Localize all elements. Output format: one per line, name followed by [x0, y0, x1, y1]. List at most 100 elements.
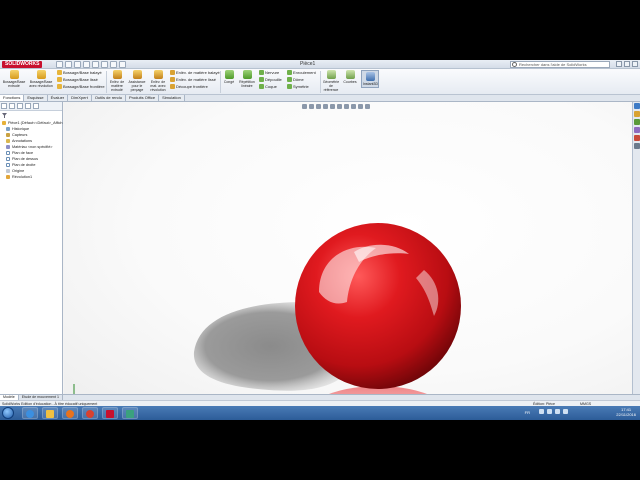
fillet-button[interactable]: Congé	[222, 70, 236, 84]
flag-icon[interactable]	[563, 409, 568, 414]
search-icon	[512, 62, 517, 67]
select-icon[interactable]	[101, 61, 108, 68]
restore-button[interactable]	[624, 61, 630, 67]
language-indicator[interactable]: FR	[525, 410, 530, 415]
curves-button[interactable]: Courbes	[341, 70, 359, 84]
taskbar-app[interactable]	[122, 407, 138, 419]
section-view-icon[interactable]	[323, 104, 328, 109]
draft-icon	[259, 77, 264, 82]
lofted-boss-button[interactable]: Bossage/Base lissé	[57, 77, 98, 83]
tree-item-revolve[interactable]: Révolution1	[0, 174, 63, 180]
wrap-icon	[287, 70, 292, 75]
undo-icon[interactable]	[92, 61, 99, 68]
property-manager-tab-icon[interactable]	[9, 103, 15, 109]
taskbar-ie[interactable]	[22, 407, 38, 419]
start-button[interactable]	[2, 407, 14, 419]
model-scene[interactable]	[64, 102, 632, 412]
help-search-input[interactable]: Rechercher dans l'aide de SolidWorks	[510, 61, 610, 68]
zoom-to-fit-icon[interactable]	[302, 104, 307, 109]
tab-simulation[interactable]: Simulation	[159, 95, 185, 101]
file-explorer-icon[interactable]	[633, 119, 640, 125]
zoom-area-icon[interactable]	[309, 104, 314, 109]
print-icon[interactable]	[83, 61, 90, 68]
swept-cut-button[interactable]: Enlèv. de matière balayé	[170, 70, 220, 76]
open-icon[interactable]	[65, 61, 72, 68]
command-manager-tabs: Fonctions Esquisse Évaluer DimXpert Outi…	[0, 95, 640, 102]
display-style-icon[interactable]	[337, 104, 342, 109]
configuration-manager-tab-icon[interactable]	[17, 103, 23, 109]
search-placeholder: Rechercher dans l'aide de SolidWorks	[519, 62, 587, 67]
annotations-icon	[6, 139, 10, 143]
hole-wizard-button[interactable]: Assistance pour le perçage	[127, 70, 147, 92]
tab-evaluer[interactable]: Évaluer	[47, 95, 69, 101]
display-manager-tab-icon[interactable]	[33, 103, 39, 109]
volume-icon[interactable]	[555, 409, 560, 414]
solidworks-resources-icon[interactable]	[633, 103, 640, 109]
sensors-icon	[6, 133, 10, 137]
panel-tabs	[0, 102, 62, 111]
minimize-button[interactable]	[616, 61, 622, 67]
shell-button[interactable]: Coque	[259, 84, 277, 90]
feature-tree: Pièce1 (Défaut<<Défaut>_Affich Historiqu…	[0, 120, 63, 180]
network-icon[interactable]	[547, 409, 552, 414]
swept-boss-button[interactable]: Bossage/Base balayé	[57, 70, 102, 76]
hide-show-items-icon[interactable]	[344, 104, 349, 109]
dimxpert-manager-tab-icon[interactable]	[25, 103, 31, 109]
appearances-icon[interactable]	[633, 135, 640, 141]
save-icon[interactable]	[74, 61, 81, 68]
mirror-button[interactable]: Symétrie	[287, 84, 309, 90]
instant3d-button[interactable]: Instant3D	[361, 70, 379, 88]
previous-view-icon[interactable]	[316, 104, 321, 109]
extruded-boss-button[interactable]: Bossage/Base extrudé	[2, 70, 26, 88]
view-orientation-icon[interactable]	[330, 104, 335, 109]
new-icon[interactable]	[56, 61, 63, 68]
tab-produits-office[interactable]: Produits Office	[125, 95, 160, 101]
extruded-cut-icon	[112, 70, 122, 79]
tab-outils-de-rendu[interactable]: Outils de rendu	[91, 95, 126, 101]
revolved-cut-button[interactable]: Enlèv. de mat. avec révolution	[148, 70, 168, 92]
tray-arrow-icon[interactable]	[539, 409, 544, 414]
plane-icon	[6, 151, 10, 155]
dome-icon	[287, 77, 292, 82]
feature-manager-tab-icon[interactable]	[1, 103, 7, 109]
wrap-button[interactable]: Enroulement	[287, 70, 316, 76]
apply-scene-icon[interactable]	[358, 104, 363, 109]
boundary-boss-button[interactable]: Bossage/Base frontière	[57, 84, 105, 90]
rebuild-icon[interactable]	[110, 61, 117, 68]
taskbar-firefox[interactable]	[62, 407, 78, 419]
custom-properties-icon[interactable]	[633, 143, 640, 149]
history-icon	[6, 127, 10, 131]
taskbar-chrome[interactable]	[82, 407, 98, 419]
close-button[interactable]	[632, 61, 638, 67]
tab-esquisse[interactable]: Esquisse	[24, 95, 48, 101]
reference-geometry-button[interactable]: Géométrie de référence	[322, 70, 340, 92]
lofted-cut-button[interactable]: Enlèv. de matière lissé	[170, 77, 216, 83]
rib-button[interactable]: Nervure	[259, 70, 279, 76]
feature-manager-panel: Pièce1 (Défaut<<Défaut>_Affich Historiqu…	[0, 102, 63, 412]
design-library-icon[interactable]	[633, 111, 640, 117]
graphics-area[interactable]: *Trimétrique	[64, 102, 632, 412]
tab-dimxpert[interactable]: DimXpert	[68, 95, 92, 101]
swept-cut-icon	[170, 70, 175, 75]
taskbar-solidworks[interactable]	[102, 407, 118, 419]
edit-appearance-icon[interactable]	[351, 104, 356, 109]
part-icon	[2, 121, 6, 125]
tab-fonctions[interactable]: Fonctions	[0, 95, 25, 101]
view-palette-icon[interactable]	[633, 127, 640, 133]
revolved-boss-button[interactable]: Bossage/Base avec révolution	[28, 70, 54, 88]
taskbar-explorer[interactable]	[42, 407, 58, 419]
lofted-cut-icon	[170, 77, 175, 82]
view-settings-icon[interactable]	[365, 104, 370, 109]
dome-button[interactable]: Dôme	[287, 77, 304, 83]
solidworks-logo[interactable]: SOLIDWORKS	[2, 61, 43, 68]
extruded-cut-button[interactable]: Enlèv. de matière extrudé	[108, 70, 126, 92]
task-pane	[632, 102, 640, 412]
revolve-feature-icon	[6, 175, 10, 179]
filter-icon[interactable]	[2, 113, 7, 118]
linear-pattern-button[interactable]: Répétition linéaire	[237, 70, 257, 88]
hole-wizard-icon	[132, 70, 142, 79]
draft-button[interactable]: Dépouille	[259, 77, 282, 83]
options-icon[interactable]	[119, 61, 126, 68]
boundary-cut-button[interactable]: Découpe frontière	[170, 84, 208, 90]
system-clock[interactable]: 17:41 22/11/2016	[616, 407, 636, 417]
